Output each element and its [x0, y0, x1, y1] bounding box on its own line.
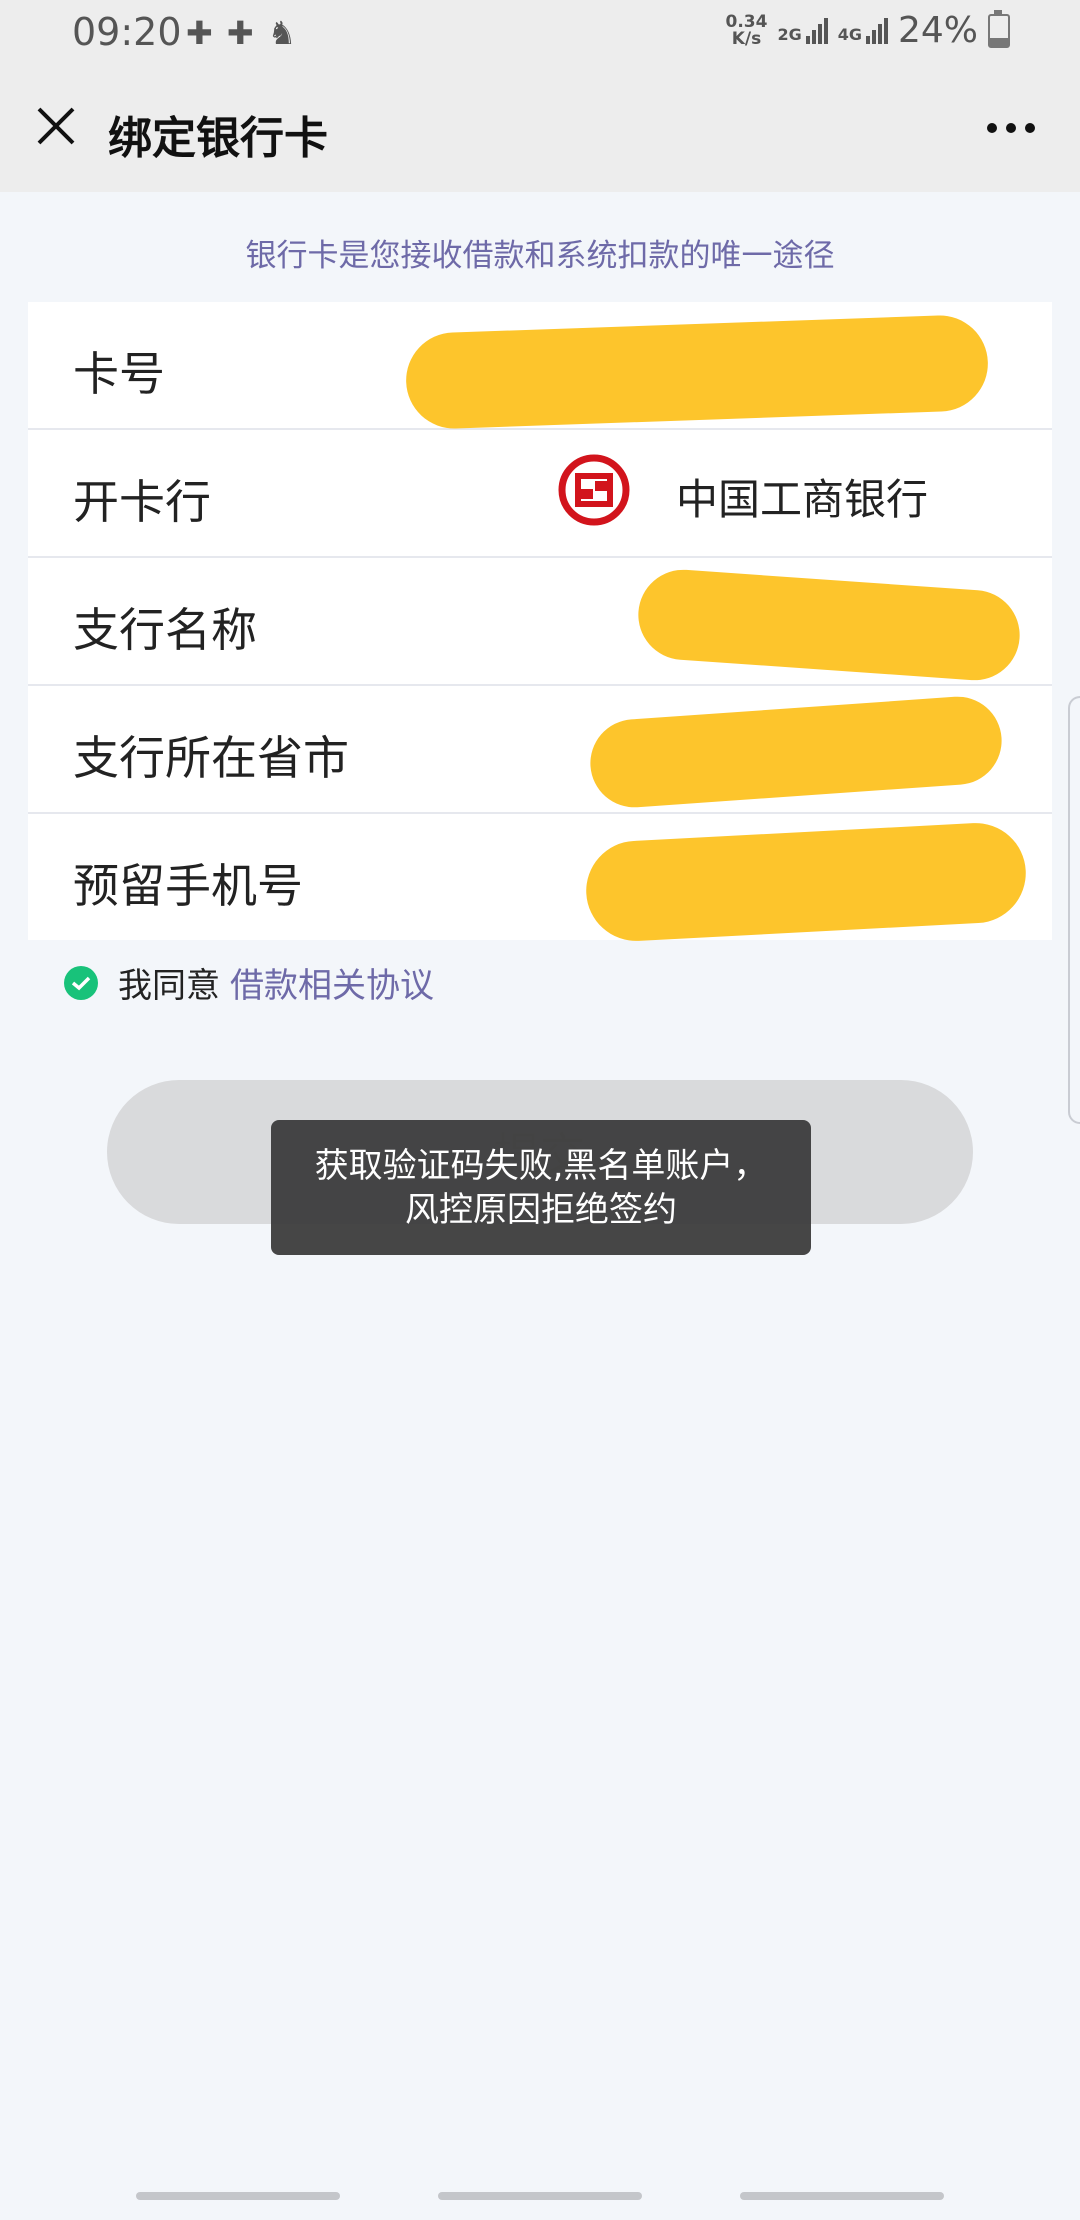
- nav-back-button[interactable]: [740, 2192, 944, 2200]
- branch-name-row[interactable]: 支行名称: [28, 558, 1052, 686]
- notification-icon: ✚: [226, 14, 254, 52]
- reserved-phone-label: 预留手机号: [73, 859, 303, 913]
- status-right-indicators: 0.34 K/s 2G 4G 24%: [725, 9, 1010, 51]
- branch-location-label: 支行所在省市: [73, 731, 349, 785]
- redaction-mark: [404, 313, 990, 431]
- bank-name-value: 中国工商银行: [676, 475, 929, 524]
- edge-panel-handle[interactable]: [1068, 696, 1080, 1124]
- redaction-mark: [587, 693, 1005, 811]
- network-speed: 0.34 K/s: [725, 11, 768, 49]
- toast-line: 获取验证码失败,黑名单账户，: [314, 1145, 768, 1186]
- reserved-phone-row[interactable]: 预留手机号: [28, 814, 1052, 944]
- battery-percent: 24%: [897, 10, 978, 51]
- battery-icon: [988, 9, 1010, 48]
- card-number-label: 卡号: [73, 347, 165, 401]
- error-toast: 获取验证码失败,黑名单账户， 风控原因拒绝签约: [271, 1120, 811, 1255]
- branch-name-label: 支行名称: [73, 603, 257, 657]
- icbc-logo: [558, 454, 630, 526]
- issuing-bank-row[interactable]: 开卡行 中国工商银行: [28, 430, 1052, 558]
- nav-recents-button[interactable]: [136, 2192, 340, 2200]
- check-icon[interactable]: [64, 965, 98, 1000]
- page-title: 绑定银行卡: [108, 113, 328, 164]
- agreement-row: 我同意 借款相关协议: [64, 958, 434, 1007]
- bank-card-form: 卡号 开卡行 中国工商银行 支行名称 支行所在省市 预留手机号: [28, 302, 1052, 944]
- notification-icon: ✚: [186, 14, 213, 52]
- status-time: 09:20: [72, 10, 182, 54]
- branch-location-row[interactable]: 支行所在省市: [28, 686, 1052, 814]
- close-icon: [37, 107, 75, 145]
- nav-home-button[interactable]: [438, 2192, 642, 2200]
- agreement-text: 我同意: [118, 966, 220, 1006]
- sim2-signal-icon: 4G: [838, 17, 888, 44]
- app-header: 绑定银行卡: [0, 66, 1080, 192]
- more-dots-icon: [987, 123, 1035, 133]
- redaction-mark: [583, 820, 1029, 944]
- runner-icon: ♞: [267, 14, 297, 52]
- redaction-mark: [635, 566, 1023, 684]
- status-notification-icons: ✚ ✚ ♞: [186, 14, 296, 52]
- issuing-bank-label: 开卡行: [73, 475, 211, 529]
- status-bar: 09:20 ✚ ✚ ♞ 0.34 K/s 2G 4G 24%: [0, 0, 1080, 66]
- navigation-bar: [0, 2192, 1080, 2202]
- close-button[interactable]: [26, 96, 86, 156]
- toast-line: 风控原因拒绝签约: [405, 1189, 677, 1230]
- card-number-row[interactable]: 卡号: [28, 302, 1052, 431]
- more-button[interactable]: [976, 102, 1046, 154]
- bank-card-hint: 银行卡是您接收借款和系统扣款的唯一途径: [245, 238, 835, 274]
- sim1-signal-icon: 2G: [777, 17, 828, 44]
- agreement-link[interactable]: 借款相关协议: [230, 958, 434, 1007]
